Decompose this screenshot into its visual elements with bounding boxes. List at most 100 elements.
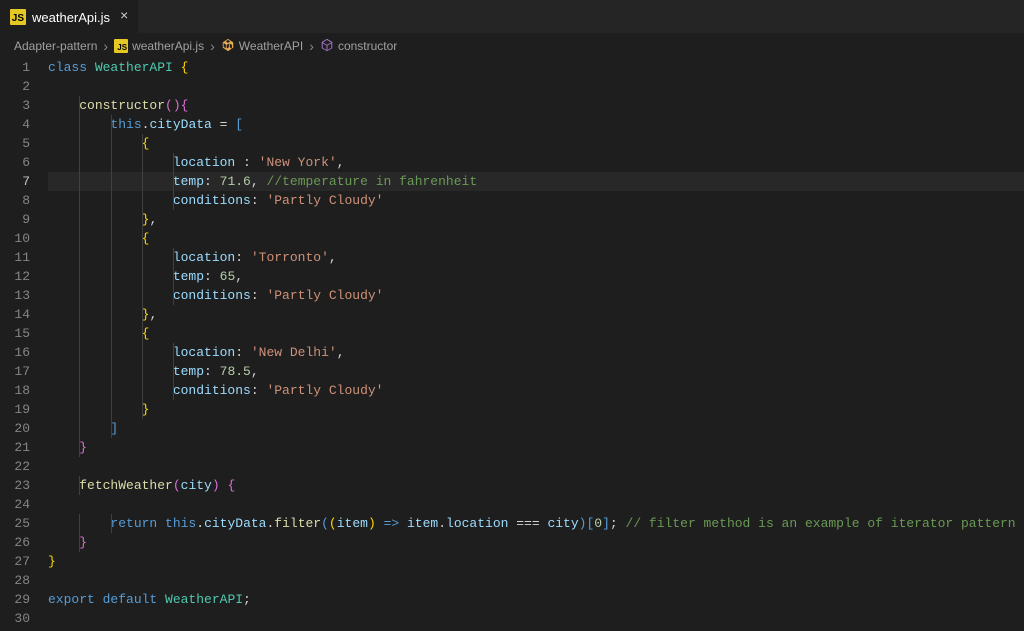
close-icon[interactable]: × — [120, 9, 128, 25]
line-number: 20 — [0, 419, 30, 438]
indent-guide — [79, 210, 80, 229]
indent-guide — [142, 305, 143, 324]
indent-guide — [111, 286, 112, 305]
indent-guide — [142, 248, 143, 267]
code-line[interactable] — [48, 495, 1024, 514]
indent-guide — [173, 153, 174, 172]
indent-guide — [111, 210, 112, 229]
indent-guide — [111, 400, 112, 419]
editor[interactable]: 1234567891011121314151617181920212223242… — [0, 58, 1024, 631]
indent-guide — [111, 267, 112, 286]
indent-guide — [142, 343, 143, 362]
indent-guide — [142, 191, 143, 210]
line-number: 27 — [0, 552, 30, 571]
code-line[interactable] — [48, 77, 1024, 96]
indent-guide — [173, 191, 174, 210]
tab-bar: JS weatherApi.js × — [0, 0, 1024, 34]
code-line[interactable]: location: 'New Delhi', — [48, 343, 1024, 362]
tab-weatherapi[interactable]: JS weatherApi.js × — [0, 0, 139, 34]
line-number: 30 — [0, 609, 30, 628]
code-line[interactable]: ] — [48, 419, 1024, 438]
line-number: 10 — [0, 229, 30, 248]
indent-guide — [79, 419, 80, 438]
line-number: 4 — [0, 115, 30, 134]
indent-guide — [79, 438, 80, 457]
line-number: 21 — [0, 438, 30, 457]
line-number: 19 — [0, 400, 30, 419]
line-number: 28 — [0, 571, 30, 590]
code-line[interactable] — [48, 609, 1024, 628]
indent-guide — [142, 324, 143, 343]
code-line[interactable]: { — [48, 134, 1024, 153]
breadcrumb: Adapter-pattern › JS weatherApi.js › Wea… — [0, 34, 1024, 58]
code-line[interactable]: fetchWeather(city) { — [48, 476, 1024, 495]
indent-guide — [111, 324, 112, 343]
code-line[interactable]: return this.cityData.filter((item) => it… — [48, 514, 1024, 533]
line-number: 8 — [0, 191, 30, 210]
indent-guide — [142, 267, 143, 286]
indent-guide — [111, 362, 112, 381]
indent-guide — [111, 229, 112, 248]
code-line[interactable]: }, — [48, 305, 1024, 324]
breadcrumb-file[interactable]: weatherApi.js — [132, 39, 204, 53]
indent-guide — [79, 191, 80, 210]
indent-guide — [142, 134, 143, 153]
code-line[interactable] — [48, 457, 1024, 476]
code-line[interactable]: class WeatherAPI { — [48, 58, 1024, 77]
indent-guide — [79, 324, 80, 343]
line-number: 15 — [0, 324, 30, 343]
line-number: 9 — [0, 210, 30, 229]
line-number: 16 — [0, 343, 30, 362]
indent-guide — [111, 381, 112, 400]
indent-guide — [79, 96, 80, 115]
indent-guide — [173, 381, 174, 400]
code-line[interactable]: } — [48, 533, 1024, 552]
code-line[interactable]: location : 'New York', — [48, 153, 1024, 172]
indent-guide — [111, 153, 112, 172]
indent-guide — [142, 229, 143, 248]
code-line[interactable] — [48, 571, 1024, 590]
line-number: 12 — [0, 267, 30, 286]
code-area[interactable]: class WeatherAPI { constructor(){ this.c… — [48, 58, 1024, 631]
indent-guide — [79, 362, 80, 381]
code-line[interactable]: this.cityData = [ — [48, 115, 1024, 134]
code-line[interactable]: temp: 78.5, — [48, 362, 1024, 381]
indent-guide — [142, 210, 143, 229]
indent-guide — [79, 248, 80, 267]
indent-guide — [111, 305, 112, 324]
chevron-right-icon: › — [103, 38, 108, 54]
code-line[interactable]: temp: 65, — [48, 267, 1024, 286]
indent-guide — [79, 134, 80, 153]
code-line[interactable]: conditions: 'Partly Cloudy' — [48, 191, 1024, 210]
breadcrumb-member[interactable]: constructor — [338, 39, 397, 53]
line-number: 26 — [0, 533, 30, 552]
code-line[interactable]: location: 'Torronto', — [48, 248, 1024, 267]
code-line[interactable]: temp: 71.6, //temperature in fahrenheit — [48, 172, 1024, 191]
class-icon — [221, 38, 235, 55]
indent-guide — [142, 381, 143, 400]
indent-guide — [173, 172, 174, 191]
indent-guide — [79, 343, 80, 362]
breadcrumb-folder[interactable]: Adapter-pattern — [14, 39, 97, 53]
code-line[interactable]: { — [48, 324, 1024, 343]
code-line[interactable]: export default WeatherAPI; — [48, 590, 1024, 609]
indent-guide — [173, 343, 174, 362]
line-number: 14 — [0, 305, 30, 324]
code-line[interactable]: } — [48, 400, 1024, 419]
js-file-icon: JS — [10, 9, 26, 25]
code-line[interactable]: }, — [48, 210, 1024, 229]
code-line[interactable]: { — [48, 229, 1024, 248]
indent-guide — [79, 400, 80, 419]
code-line[interactable]: constructor(){ — [48, 96, 1024, 115]
line-number: 22 — [0, 457, 30, 476]
indent-guide — [173, 267, 174, 286]
indent-guide — [79, 381, 80, 400]
code-line[interactable]: conditions: 'Partly Cloudy' — [48, 286, 1024, 305]
indent-guide — [111, 115, 112, 134]
code-line[interactable]: } — [48, 438, 1024, 457]
code-line[interactable]: conditions: 'Partly Cloudy' — [48, 381, 1024, 400]
line-number: 13 — [0, 286, 30, 305]
breadcrumb-class[interactable]: WeatherAPI — [239, 39, 303, 53]
indent-guide — [79, 267, 80, 286]
code-line[interactable]: } — [48, 552, 1024, 571]
